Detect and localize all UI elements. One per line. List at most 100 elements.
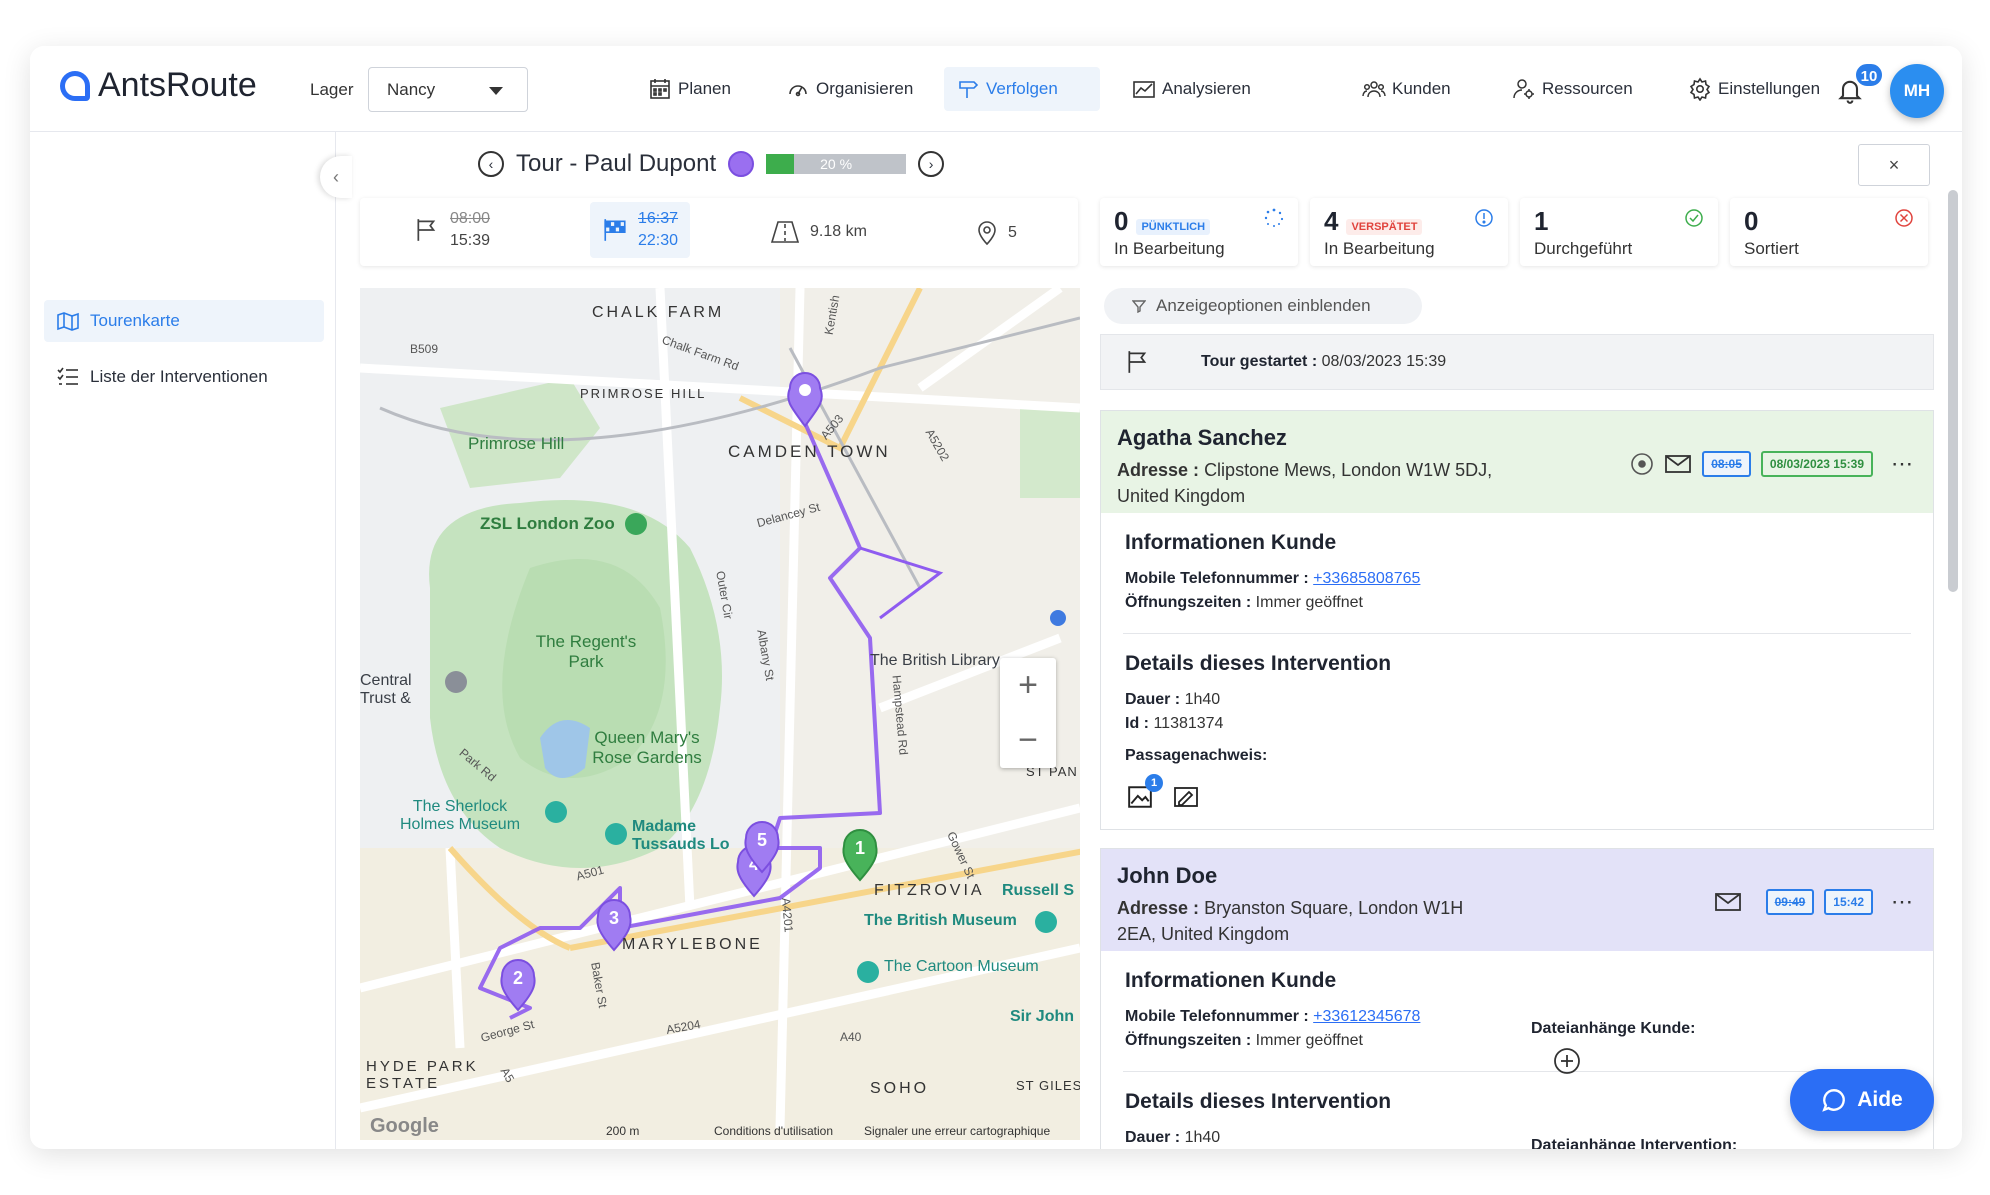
zoom-out-button[interactable]: −: [1000, 713, 1056, 768]
id-value: 11381374: [1153, 715, 1224, 732]
hours-row: Öffnungszeiten : Immer geöffnet: [1125, 591, 1909, 615]
duration-label: Dauer :: [1125, 691, 1181, 708]
kpi-number: 0: [1114, 206, 1129, 236]
duration-value: 1h40: [1184, 691, 1221, 708]
signpost-icon: [959, 81, 979, 98]
duration-label: Dauer :: [1125, 1129, 1181, 1146]
map-terms-link[interactable]: Conditions d'utilisation: [714, 1124, 833, 1138]
tour-color-dot: [728, 151, 755, 177]
tour-started-value: 08/03/2023 15:39: [1321, 353, 1447, 370]
next-tour-button[interactable]: ›: [918, 151, 945, 177]
map-label: Russell S: [1002, 882, 1075, 899]
customer-name: John Doe: [1117, 863, 1218, 888]
logo-icon: [60, 70, 90, 101]
intervention-details-section: Details dieses Intervention Dauer : 1h40…: [1101, 634, 1933, 832]
lager-select[interactable]: Nancy: [368, 67, 528, 112]
map-label: HYDE PARK ESTATE: [366, 1058, 479, 1092]
kpi-sortiert[interactable]: 0 Sortiert: [1730, 198, 1928, 266]
phone-link[interactable]: +33612345678: [1313, 1008, 1420, 1025]
intervention-header: John Doe Adresse : Bryanston Square, Lon…: [1101, 849, 1933, 951]
more-options-icon[interactable]: ⋯: [1891, 451, 1913, 477]
chevron-right-icon: ›: [928, 156, 934, 172]
distance-value: 9.18 km: [810, 223, 867, 240]
intervention-card[interactable]: Agatha Sanchez Adresse : Clipstone Mews,…: [1100, 410, 1934, 830]
map-label: Central Trust &: [360, 672, 412, 707]
customer-name: Agatha Sanchez: [1117, 425, 1287, 450]
end-planned: 16:37: [638, 210, 679, 227]
map-icon: [57, 312, 79, 331]
phone-label: Mobile Telefonnummer :: [1125, 570, 1309, 587]
stat-start: 08:00 15:39: [414, 208, 490, 252]
nav-planen[interactable]: Planen: [636, 67, 743, 111]
display-options-button[interactable]: Anzeigeoptionen einblenden: [1104, 288, 1422, 324]
nav-label: Einstellungen: [1718, 79, 1821, 98]
map-label: The British Museum: [864, 912, 1017, 929]
lager-value: Nancy: [387, 80, 436, 99]
nav-ressourcen[interactable]: Ressourcen: [1500, 67, 1645, 111]
cancel-circle-icon: [1895, 209, 1913, 227]
close-button[interactable]: ×: [1858, 144, 1930, 186]
kpi-tag: PÜNKTLICH: [1136, 219, 1211, 235]
tour-title: Tour - Paul Dupont: [516, 150, 717, 177]
map-report-link[interactable]: Signaler une erreur cartographique: [864, 1124, 1050, 1138]
nav-verfolgen[interactable]: Verfolgen: [944, 67, 1100, 111]
nav-kunden[interactable]: Kunden: [1350, 67, 1463, 111]
end-actual: 22:30: [638, 232, 679, 249]
sidebar-item-interventionen[interactable]: Liste der Interventionen: [44, 356, 324, 398]
stat-end: 16:37 22:30: [590, 202, 691, 258]
stat-distance: 9.18 km: [770, 220, 867, 244]
actual-time-badge: 15:42: [1824, 889, 1873, 915]
start-actual: 15:39: [450, 232, 491, 249]
prev-tour-button[interactable]: ‹: [478, 151, 504, 177]
nav-analysieren[interactable]: Analysieren: [1120, 67, 1263, 111]
start-planned: 08:00: [450, 210, 491, 227]
app-window: AntsRoute Lager Nancy Planen Organisiere…: [30, 46, 1962, 1149]
road-label: A40: [840, 1030, 862, 1044]
nav-organisieren[interactable]: Organisieren: [774, 67, 925, 111]
nav-einstellungen[interactable]: Einstellungen: [1676, 67, 1832, 111]
signature-icon[interactable]: [1173, 784, 1201, 810]
logo[interactable]: AntsRoute: [60, 66, 257, 105]
caret-down-icon: [489, 87, 503, 95]
gear-icon: [1689, 77, 1711, 101]
resource-icon: [1513, 79, 1534, 99]
zoom-in-button[interactable]: +: [1000, 658, 1056, 713]
nav-label: Planen: [678, 79, 731, 98]
intervention-header: Agatha Sanchez Adresse : Clipstone Mews,…: [1101, 411, 1933, 513]
map-label: ST GILES: [1016, 1078, 1080, 1093]
kpi-puenktlich[interactable]: 0 PÜNKTLICH In Bearbeitung: [1100, 198, 1298, 266]
sidebar-item-tourenkarte[interactable]: Tourenkarte: [44, 300, 324, 342]
map-label: SOHO: [870, 1080, 930, 1097]
map-label: CHALK FARM: [592, 304, 725, 321]
kpi-verspaetet[interactable]: 4 VERSPÄTET In Bearbeitung: [1310, 198, 1508, 266]
map-label: The Regent's Park: [535, 632, 637, 671]
kpi-durchgefuehrt[interactable]: 1 Durchgeführt: [1520, 198, 1718, 266]
planned-time-badge: 08:05: [1702, 451, 1751, 477]
tour-map[interactable]: 1 2 3 4 5 CHALK FARM PRIMROSE HILL Primr…: [360, 288, 1080, 1140]
add-circle-icon[interactable]: [1553, 1047, 1581, 1075]
id-row: Id : 11381374: [1125, 712, 1909, 736]
more-options-icon[interactable]: ⋯: [1891, 889, 1913, 915]
help-button[interactable]: Aide: [1790, 1069, 1934, 1131]
target-icon[interactable]: [1630, 452, 1654, 476]
help-label: Aide: [1857, 1088, 1903, 1111]
chevron-left-icon: ‹: [488, 156, 494, 172]
intervention-actions: 09:49 15:42 ⋯: [1714, 889, 1913, 915]
map-label: MARYLEBONE: [622, 936, 763, 953]
mail-icon[interactable]: [1714, 891, 1742, 913]
tour-started-text: Tour gestartet : 08/03/2023 15:39: [1201, 353, 1446, 371]
avatar[interactable]: MH: [1890, 64, 1944, 118]
phone-link[interactable]: +33685808765: [1313, 570, 1420, 587]
sidebar-item-label: Liste der Interventionen: [90, 367, 268, 386]
section-title: Details dieses Intervention: [1125, 652, 1392, 675]
hours-value: Immer geöffnet: [1255, 594, 1363, 611]
map-canvas: 1 2 3 4 5: [360, 288, 1080, 1140]
map-label: Sir John: [1010, 1008, 1075, 1025]
road-label: A4201: [778, 897, 796, 933]
duration-row: Dauer : 1h40: [1125, 1126, 1909, 1149]
top-header: AntsRoute Lager Nancy Planen Organisiere…: [30, 46, 1962, 132]
mail-icon[interactable]: [1664, 453, 1692, 475]
panel-scrollbar[interactable]: [1948, 190, 1958, 592]
logo-text: AntsRoute: [98, 66, 257, 104]
chart-icon: [1133, 81, 1155, 98]
